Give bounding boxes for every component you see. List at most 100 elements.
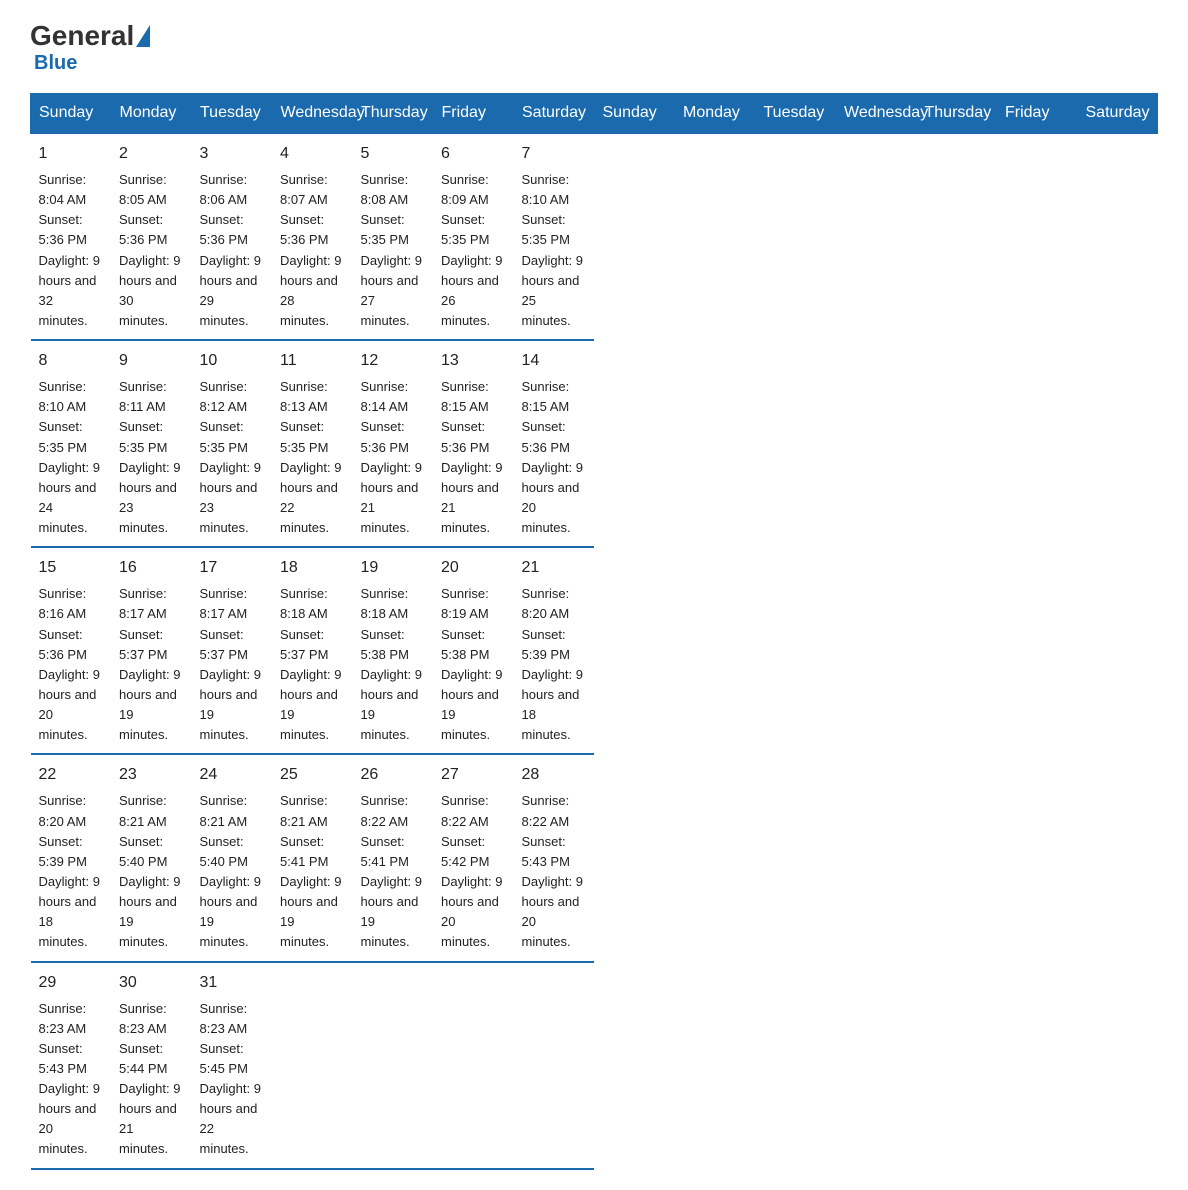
day-number: 28 xyxy=(522,763,587,787)
header-sunday: Sunday xyxy=(31,94,112,134)
calendar-cell: 18 Sunrise: 8:18 AMSunset: 5:37 PMDaylig… xyxy=(272,547,353,754)
calendar-week-row: 1 Sunrise: 8:04 AMSunset: 5:36 PMDayligh… xyxy=(31,133,1158,340)
calendar-cell: 28 Sunrise: 8:22 AMSunset: 5:43 PMDaylig… xyxy=(514,754,595,961)
calendar-cell: 8 Sunrise: 8:10 AMSunset: 5:35 PMDayligh… xyxy=(31,340,112,547)
day-info: Sunrise: 8:14 AMSunset: 5:36 PMDaylight:… xyxy=(361,377,426,538)
day-info: Sunrise: 8:23 AMSunset: 5:45 PMDaylight:… xyxy=(200,999,265,1160)
logo: General Blue xyxy=(30,20,152,75)
calendar-cell: 26 Sunrise: 8:22 AMSunset: 5:41 PMDaylig… xyxy=(353,754,434,961)
calendar-cell: 25 Sunrise: 8:21 AMSunset: 5:41 PMDaylig… xyxy=(272,754,353,961)
calendar-table: SundayMondayTuesdayWednesdayThursdayFrid… xyxy=(30,93,1158,1170)
day-number: 3 xyxy=(200,142,265,166)
calendar-week-row: 8 Sunrise: 8:10 AMSunset: 5:35 PMDayligh… xyxy=(31,340,1158,547)
day-number: 26 xyxy=(361,763,426,787)
day-info: Sunrise: 8:18 AMSunset: 5:38 PMDaylight:… xyxy=(361,584,426,745)
day-number: 11 xyxy=(280,349,345,373)
day-info: Sunrise: 8:08 AMSunset: 5:35 PMDaylight:… xyxy=(361,170,426,331)
day-number: 13 xyxy=(441,349,506,373)
calendar-cell: 5 Sunrise: 8:08 AMSunset: 5:35 PMDayligh… xyxy=(353,133,434,340)
day-info: Sunrise: 8:15 AMSunset: 5:36 PMDaylight:… xyxy=(441,377,506,538)
calendar-cell: 23 Sunrise: 8:21 AMSunset: 5:40 PMDaylig… xyxy=(111,754,192,961)
day-number: 8 xyxy=(39,349,104,373)
calendar-cell: 3 Sunrise: 8:06 AMSunset: 5:36 PMDayligh… xyxy=(192,133,273,340)
day-info: Sunrise: 8:22 AMSunset: 5:41 PMDaylight:… xyxy=(361,791,426,952)
col-header-sunday: Sunday xyxy=(594,94,675,134)
day-number: 19 xyxy=(361,556,426,580)
day-info: Sunrise: 8:04 AMSunset: 5:36 PMDaylight:… xyxy=(39,170,104,331)
calendar-cell xyxy=(353,962,434,1169)
col-header-monday: Monday xyxy=(675,94,756,134)
logo-blue-text: Blue xyxy=(34,52,77,75)
day-number: 9 xyxy=(119,349,184,373)
header-tuesday: Tuesday xyxy=(192,94,273,134)
day-info: Sunrise: 8:17 AMSunset: 5:37 PMDaylight:… xyxy=(200,584,265,745)
calendar-cell: 21 Sunrise: 8:20 AMSunset: 5:39 PMDaylig… xyxy=(514,547,595,754)
header-saturday: Saturday xyxy=(514,94,595,134)
day-info: Sunrise: 8:12 AMSunset: 5:35 PMDaylight:… xyxy=(200,377,265,538)
day-number: 2 xyxy=(119,142,184,166)
calendar-cell: 15 Sunrise: 8:16 AMSunset: 5:36 PMDaylig… xyxy=(31,547,112,754)
day-info: Sunrise: 8:09 AMSunset: 5:35 PMDaylight:… xyxy=(441,170,506,331)
calendar-cell: 4 Sunrise: 8:07 AMSunset: 5:36 PMDayligh… xyxy=(272,133,353,340)
day-info: Sunrise: 8:05 AMSunset: 5:36 PMDaylight:… xyxy=(119,170,184,331)
calendar-cell: 24 Sunrise: 8:21 AMSunset: 5:40 PMDaylig… xyxy=(192,754,273,961)
calendar-cell: 30 Sunrise: 8:23 AMSunset: 5:44 PMDaylig… xyxy=(111,962,192,1169)
calendar-cell xyxy=(433,962,514,1169)
day-number: 20 xyxy=(441,556,506,580)
day-number: 5 xyxy=(361,142,426,166)
day-info: Sunrise: 8:23 AMSunset: 5:44 PMDaylight:… xyxy=(119,999,184,1160)
day-info: Sunrise: 8:18 AMSunset: 5:37 PMDaylight:… xyxy=(280,584,345,745)
day-info: Sunrise: 8:13 AMSunset: 5:35 PMDaylight:… xyxy=(280,377,345,538)
day-number: 16 xyxy=(119,556,184,580)
day-number: 31 xyxy=(200,971,265,995)
day-info: Sunrise: 8:11 AMSunset: 5:35 PMDaylight:… xyxy=(119,377,184,538)
day-info: Sunrise: 8:22 AMSunset: 5:43 PMDaylight:… xyxy=(522,791,587,952)
col-header-wednesday: Wednesday xyxy=(836,94,917,134)
day-info: Sunrise: 8:21 AMSunset: 5:41 PMDaylight:… xyxy=(280,791,345,952)
logo-arrow-icon xyxy=(136,25,150,47)
day-info: Sunrise: 8:20 AMSunset: 5:39 PMDaylight:… xyxy=(39,791,104,952)
day-number: 6 xyxy=(441,142,506,166)
day-number: 12 xyxy=(361,349,426,373)
day-number: 15 xyxy=(39,556,104,580)
day-info: Sunrise: 8:15 AMSunset: 5:36 PMDaylight:… xyxy=(522,377,587,538)
day-number: 30 xyxy=(119,971,184,995)
calendar-cell: 7 Sunrise: 8:10 AMSunset: 5:35 PMDayligh… xyxy=(514,133,595,340)
day-number: 27 xyxy=(441,763,506,787)
calendar-cell: 20 Sunrise: 8:19 AMSunset: 5:38 PMDaylig… xyxy=(433,547,514,754)
calendar-cell: 17 Sunrise: 8:17 AMSunset: 5:37 PMDaylig… xyxy=(192,547,273,754)
calendar-cell: 14 Sunrise: 8:15 AMSunset: 5:36 PMDaylig… xyxy=(514,340,595,547)
day-number: 7 xyxy=(522,142,587,166)
day-info: Sunrise: 8:10 AMSunset: 5:35 PMDaylight:… xyxy=(522,170,587,331)
calendar-cell: 9 Sunrise: 8:11 AMSunset: 5:35 PMDayligh… xyxy=(111,340,192,547)
page-header: General Blue xyxy=(30,20,1158,75)
calendar-week-row: 29 Sunrise: 8:23 AMSunset: 5:43 PMDaylig… xyxy=(31,962,1158,1169)
col-header-friday: Friday xyxy=(997,94,1078,134)
calendar-week-row: 22 Sunrise: 8:20 AMSunset: 5:39 PMDaylig… xyxy=(31,754,1158,961)
calendar-cell xyxy=(272,962,353,1169)
day-number: 25 xyxy=(280,763,345,787)
calendar-cell: 13 Sunrise: 8:15 AMSunset: 5:36 PMDaylig… xyxy=(433,340,514,547)
day-info: Sunrise: 8:10 AMSunset: 5:35 PMDaylight:… xyxy=(39,377,104,538)
day-info: Sunrise: 8:16 AMSunset: 5:36 PMDaylight:… xyxy=(39,584,104,745)
header-wednesday: Wednesday xyxy=(272,94,353,134)
day-info: Sunrise: 8:07 AMSunset: 5:36 PMDaylight:… xyxy=(280,170,345,331)
header-friday: Friday xyxy=(433,94,514,134)
day-number: 18 xyxy=(280,556,345,580)
calendar-cell: 11 Sunrise: 8:13 AMSunset: 5:35 PMDaylig… xyxy=(272,340,353,547)
calendar-cell: 1 Sunrise: 8:04 AMSunset: 5:36 PMDayligh… xyxy=(31,133,112,340)
day-info: Sunrise: 8:17 AMSunset: 5:37 PMDaylight:… xyxy=(119,584,184,745)
calendar-cell: 10 Sunrise: 8:12 AMSunset: 5:35 PMDaylig… xyxy=(192,340,273,547)
day-number: 29 xyxy=(39,971,104,995)
calendar-cell: 22 Sunrise: 8:20 AMSunset: 5:39 PMDaylig… xyxy=(31,754,112,961)
col-header-saturday: Saturday xyxy=(1077,94,1158,134)
day-info: Sunrise: 8:20 AMSunset: 5:39 PMDaylight:… xyxy=(522,584,587,745)
calendar-cell xyxy=(514,962,595,1169)
calendar-cell: 19 Sunrise: 8:18 AMSunset: 5:38 PMDaylig… xyxy=(353,547,434,754)
day-number: 1 xyxy=(39,142,104,166)
day-info: Sunrise: 8:21 AMSunset: 5:40 PMDaylight:… xyxy=(200,791,265,952)
calendar-cell: 29 Sunrise: 8:23 AMSunset: 5:43 PMDaylig… xyxy=(31,962,112,1169)
header-thursday: Thursday xyxy=(353,94,434,134)
logo-general-text: General xyxy=(30,20,134,52)
day-number: 24 xyxy=(200,763,265,787)
